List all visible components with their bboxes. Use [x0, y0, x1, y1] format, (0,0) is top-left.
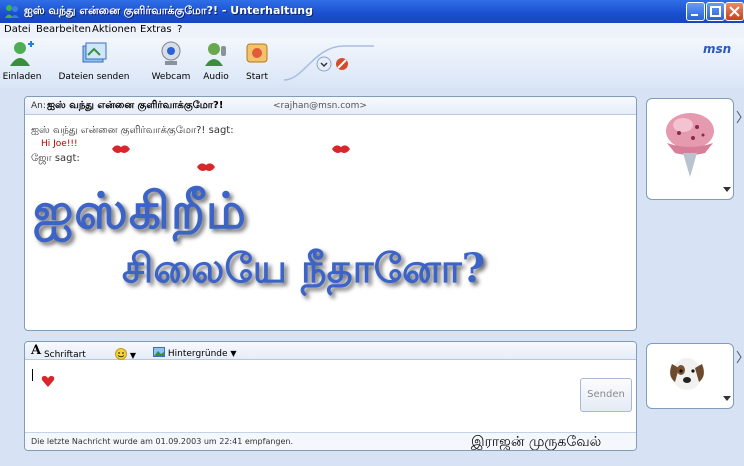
- kiss-emoticon-icon: [197, 163, 215, 171]
- my-display-picture[interactable]: [646, 343, 734, 409]
- message-art-line-1: ஐஸ்கிறீம்: [33, 181, 247, 240]
- text-cursor: [32, 369, 33, 381]
- font-icon: A: [31, 343, 42, 358]
- close-button[interactable]: [725, 2, 744, 21]
- menu-extras[interactable]: Extras: [140, 24, 172, 35]
- kiss-emoticon-icon: [332, 145, 350, 153]
- to-label: An:: [31, 101, 46, 111]
- status-bar: Die letzte Nachricht wurde am 01.09.2003…: [25, 432, 636, 450]
- audio-button[interactable]: Audio: [196, 40, 236, 86]
- minimize-button[interactable]: [686, 2, 705, 21]
- ice-cream-picture: [653, 105, 727, 179]
- collapse-arrow-icon[interactable]: [736, 110, 742, 124]
- webcam-label: Webcam: [151, 72, 191, 82]
- toolbar: Einladen Dateien senden Webcam Audio Sta…: [0, 38, 744, 88]
- message-sender: ஐஸ் வந்து என்னை குளிர்வாக்குமோ?! sagt:: [31, 125, 234, 136]
- display-picture-sidebar: [640, 88, 744, 466]
- chevron-down-icon: ▼: [129, 351, 137, 360]
- audio-label: Audio: [203, 72, 229, 82]
- contact-display-picture[interactable]: [646, 98, 734, 200]
- invite-contact-icon: [10, 41, 34, 66]
- menu-aktionen[interactable]: Aktionen: [92, 24, 136, 35]
- user-signature: இராஜன் முருகவேல்: [471, 434, 602, 450]
- backgrounds-label: Hintergründe: [167, 349, 228, 359]
- audio-icon: [205, 43, 226, 66]
- send-files-icon: [82, 42, 107, 63]
- send-files-label: Dateien senden: [58, 72, 130, 82]
- send-files-button[interactable]: Dateien senden: [46, 40, 142, 86]
- emoticon-button[interactable]: ▼: [115, 346, 136, 361]
- menu-datei[interactable]: Datei: [4, 24, 31, 35]
- backgrounds-button[interactable]: Hintergründe ▼: [153, 346, 237, 359]
- more-options-icon[interactable]: [316, 56, 332, 72]
- compose-panel: A Schriftart ▼ Hintergründe ▼ Senden Die…: [24, 341, 637, 451]
- chevron-down-icon[interactable]: [723, 396, 731, 402]
- webcam-button[interactable]: Webcam: [148, 40, 194, 86]
- toolbar-more-tab: [284, 45, 374, 81]
- background-picture-icon: [153, 347, 165, 357]
- smiley-icon: [115, 348, 127, 360]
- maximize-button[interactable]: [706, 2, 725, 21]
- minimize-icon: [691, 14, 698, 16]
- last-message-status: Die letzte Nachricht wurde am 01.09.2003…: [31, 437, 294, 446]
- collapse-arrow-icon[interactable]: [736, 350, 742, 364]
- contact-email: <rajhan@msn.com>: [273, 101, 367, 111]
- maximize-icon: [710, 6, 721, 17]
- kiss-emoticon-icon: [112, 145, 130, 153]
- start-label: Start: [246, 72, 268, 82]
- window-title: ஐஸ் வந்து என்னை குளிர்வாக்குமோ?! - Unter…: [24, 4, 313, 17]
- close-icon: [729, 6, 740, 17]
- webcam-icon: [161, 41, 181, 65]
- start-button[interactable]: Start: [236, 40, 278, 86]
- menu-help[interactable]: ?: [177, 24, 182, 35]
- contact-name: ஐஸ் வந்து என்னை குளிர்வாக்குமோ?!: [47, 100, 224, 111]
- font-button[interactable]: A Schriftart: [31, 343, 86, 361]
- message-sender: ஜோ sagt:: [31, 153, 80, 164]
- chevron-down-icon[interactable]: [723, 187, 731, 193]
- to-bar: An: ஐஸ் வந்து என்னை குளிர்வாக்குமோ?! <ra…: [25, 97, 636, 115]
- menu-bearbeiten[interactable]: Bearbeiten: [36, 24, 91, 35]
- invite-label: Einladen: [2, 72, 42, 82]
- conversation-history[interactable]: An: ஐஸ் வந்து என்னை குளிர்வாக்குமோ?! <ra…: [24, 96, 637, 331]
- title-bar: ஐஸ் வந்து என்னை குளிர்வாக்குமோ?! - Unter…: [0, 0, 744, 23]
- message-text: Hi Joe!!!: [41, 139, 78, 149]
- invite-button[interactable]: Einladen: [0, 40, 44, 86]
- message-input[interactable]: [29, 364, 575, 424]
- menu-bar: Datei Bearbeiten Aktionen Extras ?: [0, 23, 744, 38]
- start-activities-icon: [246, 43, 268, 63]
- message-art-line-2: சிலையே நீதானோ?: [122, 245, 486, 292]
- heart-emoticon-icon: [41, 376, 55, 387]
- dog-picture: [665, 350, 709, 394]
- messenger-icon: [5, 5, 19, 18]
- font-label: Schriftart: [43, 350, 86, 360]
- msn-logo: msn: [703, 42, 732, 56]
- format-bar: A Schriftart ▼ Hintergründe ▼: [25, 342, 636, 360]
- send-button[interactable]: Senden: [580, 378, 632, 412]
- chevron-down-icon: ▼: [230, 349, 237, 358]
